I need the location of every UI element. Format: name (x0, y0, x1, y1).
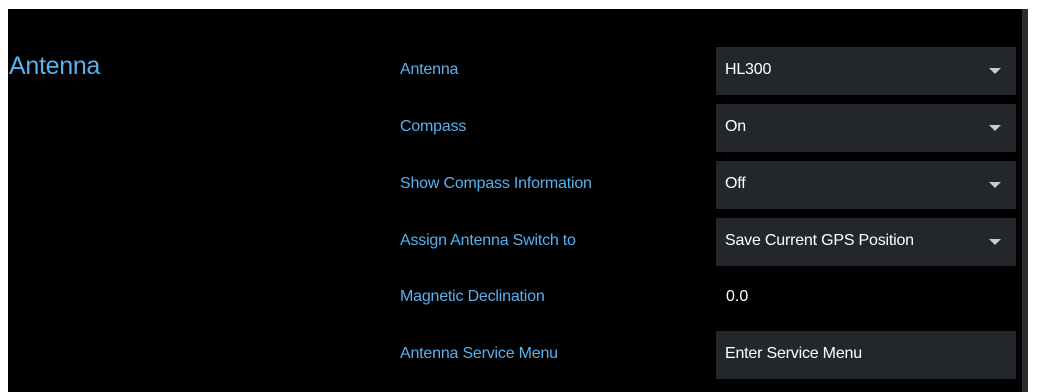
antenna-dropdown[interactable]: HL300 (716, 47, 1016, 95)
assign-antenna-switch-dropdown[interactable]: Save Current GPS Position (716, 218, 1016, 266)
antenna-service-menu-label: Antenna Service Menu (400, 345, 558, 362)
show-compass-information-dropdown-value: Off (725, 175, 746, 192)
antenna-dropdown-value: HL300 (725, 61, 772, 78)
compass-label: Compass (400, 118, 467, 135)
section-title: Antenna (9, 52, 101, 80)
enter-service-menu-button-label: Enter Service Menu (725, 345, 862, 362)
scrollbar[interactable] (1022, 9, 1028, 392)
compass-dropdown-value: On (725, 118, 746, 135)
magnetic-declination-value[interactable]: 0.0 (726, 288, 748, 306)
chevron-down-icon (989, 125, 1001, 131)
chevron-down-icon (989, 239, 1001, 245)
enter-service-menu-button[interactable]: Enter Service Menu (716, 331, 1016, 379)
show-compass-information-label: Show Compass Information (400, 175, 592, 192)
show-compass-information-dropdown[interactable]: Off (716, 161, 1016, 209)
compass-dropdown[interactable]: On (716, 104, 1016, 152)
assign-antenna-switch-dropdown-value: Save Current GPS Position (725, 232, 914, 249)
chevron-down-icon (989, 68, 1001, 74)
assign-antenna-switch-label: Assign Antenna Switch to (400, 232, 576, 249)
antenna-label: Antenna (400, 61, 459, 78)
chevron-down-icon (989, 182, 1001, 188)
magnetic-declination-label: Magnetic Declination (400, 288, 545, 305)
